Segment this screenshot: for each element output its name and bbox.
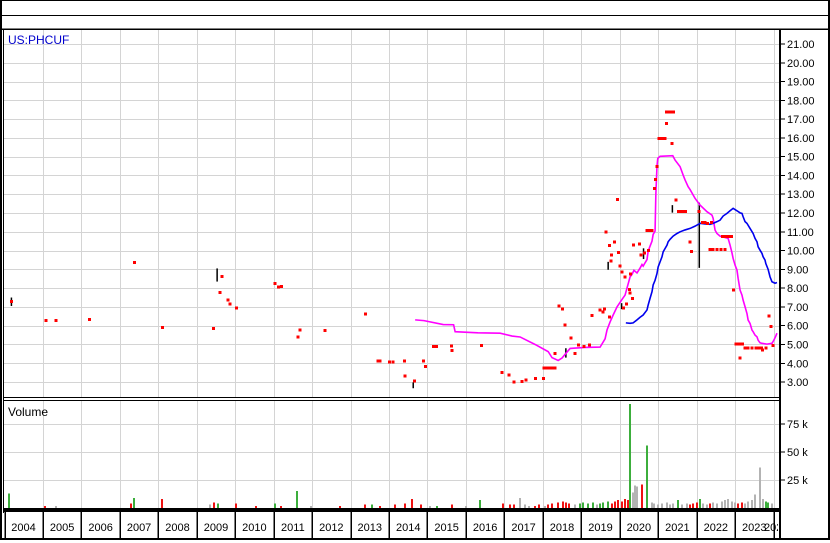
svg-text:6.00: 6.00: [787, 321, 808, 333]
svg-text:19.00: 19.00: [787, 77, 815, 89]
svg-text:2005: 2005: [50, 522, 74, 534]
svg-text:14.00: 14.00: [787, 170, 815, 182]
svg-text:2015: 2015: [434, 522, 458, 534]
svg-text:50 k: 50 k: [787, 447, 808, 459]
year-axis-labels: 2004 2005 2006 2007 2008 2009 2010 2011 2012 2013…: [11, 522, 788, 534]
stockwatch-historic-chart-window: Historic Chart for US:PHCUF by Stockwatc…: [0, 0, 830, 543]
svg-text:15.00: 15.00: [787, 152, 815, 164]
svg-text:2004: 2004: [11, 522, 35, 534]
svg-text:11.00: 11.00: [787, 227, 814, 239]
svg-text:4.00: 4.00: [787, 358, 808, 370]
svg-text:10.00: 10.00: [787, 246, 815, 258]
svg-text:13.00: 13.00: [787, 189, 815, 201]
svg-text:2008: 2008: [165, 522, 189, 534]
svg-text:2019: 2019: [588, 522, 612, 534]
svg-text:12.00: 12.00: [787, 208, 815, 220]
svg-text:2016: 2016: [473, 522, 497, 534]
svg-text:2022: 2022: [704, 522, 728, 534]
svg-text:2017: 2017: [511, 522, 535, 534]
svg-text:18.00: 18.00: [787, 95, 815, 107]
svg-text:2007: 2007: [127, 522, 151, 534]
svg-text:2013: 2013: [358, 522, 382, 534]
svg-text:16.00: 16.00: [787, 133, 815, 145]
svg-text:2021: 2021: [665, 522, 689, 534]
svg-text:2014: 2014: [396, 522, 420, 534]
svg-text:9.00: 9.00: [787, 264, 808, 276]
svg-text:2009: 2009: [204, 522, 228, 534]
svg-text:17.00: 17.00: [787, 114, 815, 126]
svg-text:3.00: 3.00: [787, 377, 808, 389]
svg-text:2011: 2011: [281, 522, 305, 534]
svg-text:20.00: 20.00: [787, 58, 815, 70]
svg-text:25 k: 25 k: [787, 475, 808, 487]
svg-text:7.00: 7.00: [787, 302, 808, 314]
svg-text:2018: 2018: [550, 522, 574, 534]
svg-text:2020: 2020: [627, 522, 651, 534]
historic-chart-canvas: 21.00 20.00 19.00 18.00 17.00 16.00 15.00 14.00…: [0, 0, 830, 543]
svg-text:5.00: 5.00: [787, 339, 808, 351]
svg-text:75 k: 75 k: [787, 419, 808, 431]
svg-text:2023: 2023: [742, 522, 766, 534]
svg-text:2010: 2010: [242, 522, 266, 534]
svg-text:8.00: 8.00: [787, 283, 808, 295]
svg-text:21.00: 21.00: [787, 39, 815, 51]
svg-text:2012: 2012: [319, 522, 343, 534]
svg-text:2006: 2006: [88, 522, 112, 534]
